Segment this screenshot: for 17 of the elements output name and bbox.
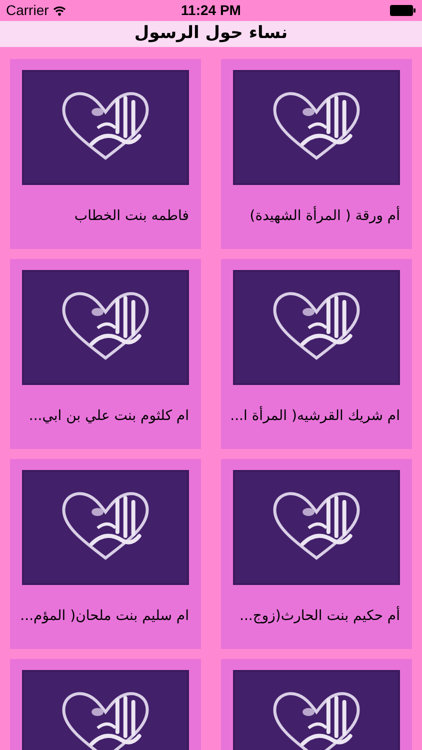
card-title: ام شريك القرشيه( المرأة ا...	[230, 406, 400, 426]
card[interactable]: أم ورقة ( المرأة الشهيدة)	[221, 58, 412, 248]
card-title: أم ورقة ( المرأة الشهيدة)	[250, 206, 400, 226]
battery-icon	[390, 5, 416, 16]
card[interactable]: ام سليم بنت ملحان( المؤم...	[10, 458, 201, 648]
card-title: فاطمه بنت الخطاب	[74, 207, 189, 226]
card-title: ام كلثوم بنت علي بن ابي...	[28, 407, 189, 426]
nav-title: نساء حول الرسول	[134, 22, 288, 45]
wifi-icon	[52, 6, 66, 16]
card-title: أم حكيم بنت الحارث(زوج...	[240, 606, 400, 626]
card[interactable]: فاطمه بنت الخطاب	[10, 58, 201, 248]
card[interactable]: أم حكيم بنت الحارث(زوج...	[221, 458, 412, 648]
carrier-label: Carrier	[6, 1, 49, 20]
card[interactable]: ام شريك القرشيه( المرأة ا...	[221, 258, 412, 448]
card[interactable]: ام كلثوم بنت علي بن ابي...	[10, 258, 201, 448]
status-time: 11:24 PM	[181, 1, 241, 20]
card-title: ام سليم بنت ملحان( المؤم...	[20, 607, 189, 626]
